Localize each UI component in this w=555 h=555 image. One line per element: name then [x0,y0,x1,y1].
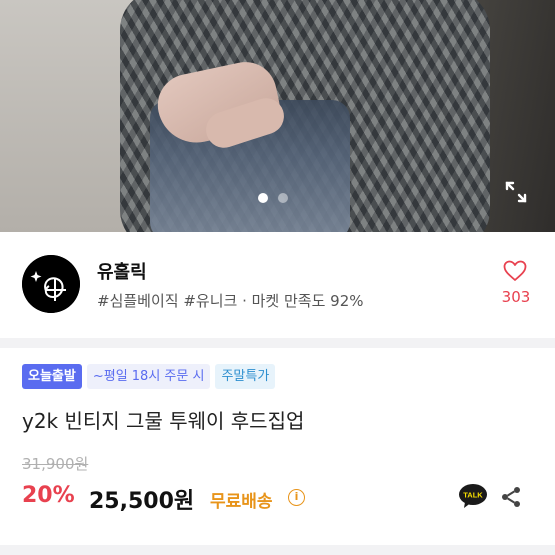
pagination-dot[interactable] [278,193,288,203]
like-count: 303 [501,288,531,306]
shop-name[interactable]: 유홀릭 [97,258,147,284]
free-shipping-label: 무료배송 [210,492,273,512]
today-dispatch-badge: 오늘출발 [22,364,82,389]
delivery-badges: 오늘출발 ~평일 18시 주문 시 주말특가 [22,364,276,389]
kakao-talk-icon[interactable]: TALK [458,483,488,509]
heart-icon[interactable] [503,260,527,282]
weekday-order-badge: ~평일 18시 주문 시 [86,364,211,389]
pagination-dot-active[interactable] [258,193,268,203]
avatar[interactable] [22,255,80,313]
shipping-info-icon[interactable]: i [288,489,305,506]
weekend-sale-badge: 주말특가 [215,364,276,389]
section-divider [0,338,555,348]
sale-price: 25,500원 [89,489,195,514]
svg-text:TALK: TALK [463,491,483,500]
expand-icon[interactable] [503,179,529,205]
original-price: 31,900원 [22,455,89,473]
share-icon[interactable] [499,485,523,509]
image-pagination [258,193,288,203]
shop-logo-icon [22,255,80,313]
discount-rate: 20% [22,483,75,508]
shop-tags: #심플베이직 #유니크 · 마켓 만족도 92% [97,292,364,310]
seller-section [0,232,555,338]
bottom-divider [0,545,555,555]
product-title: y2k 빈티지 그물 투웨이 후드집업 [22,409,305,433]
product-image[interactable] [0,0,555,232]
